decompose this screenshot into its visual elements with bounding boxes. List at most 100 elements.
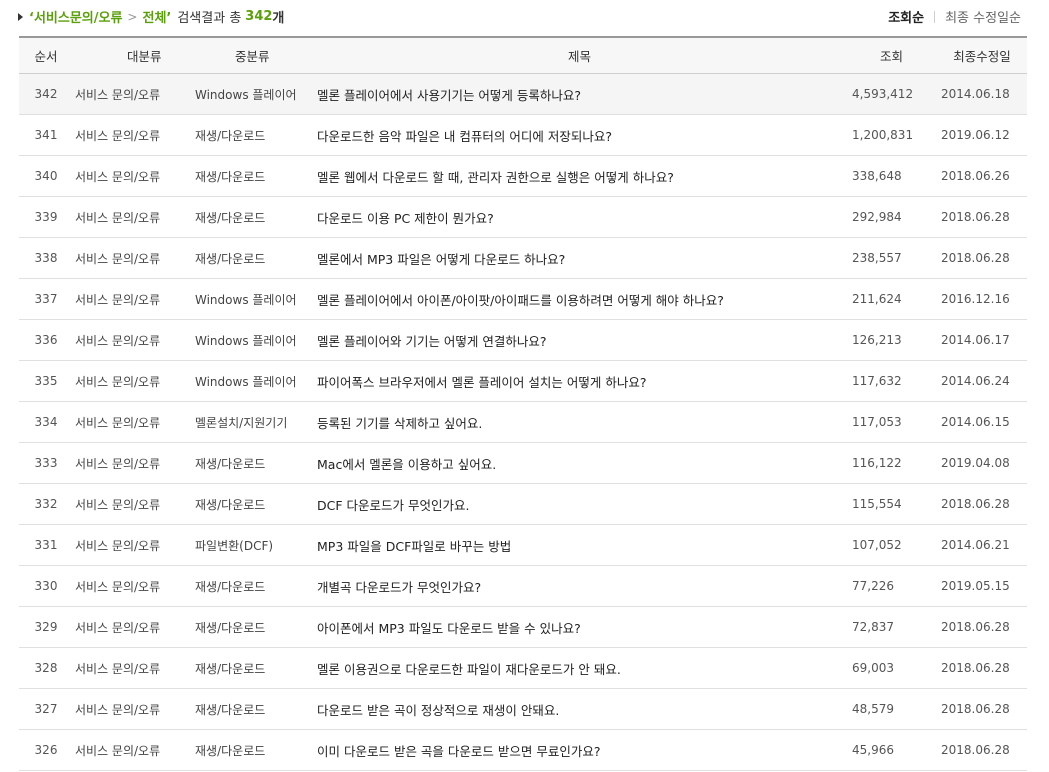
row-number: 340 <box>19 155 73 197</box>
row-date: 2014.06.18 <box>937 73 1027 115</box>
table-row[interactable]: 337 서비스 문의/오류 Windows 플레이어 멜론 플레이어에서 아이폰/아이… <box>19 278 1027 320</box>
row-views: 1,200,831 <box>846 114 937 156</box>
row-number: 328 <box>19 647 73 689</box>
breadcrumb-scope-link[interactable]: 전체’ <box>142 7 171 26</box>
row-title-link[interactable]: 아이폰에서 MP3 파일도 다운로드 받을 수 있나요? <box>313 606 846 648</box>
result-label: 검색결과 총 <box>177 11 242 26</box>
row-date: 2019.04.08 <box>937 442 1027 484</box>
table-row[interactable]: 329 서비스 문의/오류 재생/다운로드 아이폰에서 MP3 파일도 다운로드 받을… <box>19 606 1027 648</box>
row-views: 77,226 <box>846 565 937 607</box>
row-category: 서비스 문의/오류 <box>73 73 193 115</box>
row-date: 2018.06.28 <box>937 483 1027 525</box>
row-category: 서비스 문의/오류 <box>73 729 193 771</box>
table-row[interactable]: 339 서비스 문의/오류 재생/다운로드 다운로드 이용 PC 제한이 뭔가요? 29… <box>19 196 1027 238</box>
row-date: 2018.06.28 <box>937 237 1027 279</box>
table-row[interactable]: 342 서비스 문의/오류 Windows 플레이어 멜론 플레이어에서 사용기기는 … <box>19 73 1027 115</box>
row-category: 서비스 문의/오류 <box>73 278 193 320</box>
row-title-link[interactable]: 멜론 플레이어에서 아이폰/아이팟/아이패드를 이용하려면 어떻게 해야 하나요… <box>313 278 846 320</box>
row-subcategory: Windows 플레이어 <box>193 360 313 402</box>
row-subcategory: 재생/다운로드 <box>193 565 313 607</box>
row-title-link[interactable]: 멜론 웹에서 다운로드 할 때, 관리자 권한으로 실행은 어떻게 하나요? <box>313 155 846 197</box>
row-title-link[interactable]: 다운로드 받은 곡이 정상적으로 재생이 안돼요. <box>313 688 846 730</box>
sort-by-views-link[interactable]: 조회순 <box>888 7 924 26</box>
column-header-subcategory: 중분류 <box>193 36 313 74</box>
row-number: 338 <box>19 237 73 279</box>
row-date: 2018.06.28 <box>937 606 1027 648</box>
row-date: 2019.05.15 <box>937 565 1027 607</box>
row-category: 서비스 문의/오류 <box>73 155 193 197</box>
column-header-views: 조회 <box>846 36 937 74</box>
table-row[interactable]: 340 서비스 문의/오류 재생/다운로드 멜론 웹에서 다운로드 할 때, 관리자 … <box>19 155 1027 197</box>
row-title-link[interactable]: 파이어폭스 브라우저에서 멜론 플레이어 설치는 어떻게 하나요? <box>313 360 846 402</box>
results-header: ‘서비스문의/오류 > 전체’ 검색결과 총 342 개 조회순 최종 수정일순 <box>0 0 1049 32</box>
column-header-category: 대분류 <box>73 36 193 74</box>
row-date: 2018.06.28 <box>937 196 1027 238</box>
row-title-link[interactable]: 다운로드 이용 PC 제한이 뭔가요? <box>313 196 846 238</box>
row-category: 서비스 문의/오류 <box>73 647 193 689</box>
column-header-date: 최종수정일 <box>937 36 1027 74</box>
row-date: 2018.06.28 <box>937 729 1027 771</box>
row-number: 342 <box>19 73 73 115</box>
row-title-link[interactable]: 등록된 기기를 삭제하고 싶어요. <box>313 401 846 443</box>
table-row[interactable]: 341 서비스 문의/오류 재생/다운로드 다운로드한 음악 파일은 내 컴퓨터의 어… <box>19 114 1027 156</box>
row-title-link[interactable]: 멜론 플레이어와 기기는 어떻게 연결하나요? <box>313 319 846 361</box>
table-row[interactable]: 327 서비스 문의/오류 재생/다운로드 다운로드 받은 곡이 정상적으로 재생이 … <box>19 688 1027 730</box>
row-date: 2016.12.16 <box>937 278 1027 320</box>
breadcrumb-category-link[interactable]: ‘서비스문의/오류 <box>29 7 122 26</box>
table-row[interactable]: 338 서비스 문의/오류 재생/다운로드 멜론에서 MP3 파일은 어떻게 다운로드… <box>19 237 1027 279</box>
row-number: 336 <box>19 319 73 361</box>
row-date: 2014.06.24 <box>937 360 1027 402</box>
row-views: 115,554 <box>846 483 937 525</box>
row-views: 292,984 <box>846 196 937 238</box>
table-row[interactable]: 326 서비스 문의/오류 재생/다운로드 이미 다운로드 받은 곡을 다운로드 받으… <box>19 729 1027 771</box>
row-number: 326 <box>19 729 73 771</box>
table-row[interactable]: 331 서비스 문의/오류 파일변환(DCF) MP3 파일을 DCF파일로 바꾸는 … <box>19 524 1027 566</box>
row-subcategory: 재생/다운로드 <box>193 606 313 648</box>
triangle-right-icon <box>18 12 23 21</box>
row-title-link[interactable]: 다운로드한 음악 파일은 내 컴퓨터의 어디에 저장되나요? <box>313 114 846 156</box>
row-title-link[interactable]: 멜론 이용권으로 다운로드한 파일이 재다운로드가 안 돼요. <box>313 647 846 689</box>
row-category: 서비스 문의/오류 <box>73 688 193 730</box>
row-number: 334 <box>19 401 73 443</box>
row-subcategory: 재생/다운로드 <box>193 483 313 525</box>
row-title-link[interactable]: 개별곡 다운로드가 무엇인가요? <box>313 565 846 607</box>
result-count: 342 <box>245 9 273 24</box>
row-category: 서비스 문의/오류 <box>73 524 193 566</box>
table-row[interactable]: 336 서비스 문의/오류 Windows 플레이어 멜론 플레이어와 기기는 어떻게… <box>19 319 1027 361</box>
row-subcategory: 재생/다운로드 <box>193 196 313 238</box>
table-row[interactable]: 332 서비스 문의/오류 재생/다운로드 DCF 다운로드가 무엇인가요. 115,5… <box>19 483 1027 525</box>
column-header-title: 제목 <box>313 36 846 74</box>
row-category: 서비스 문의/오류 <box>73 442 193 484</box>
breadcrumb: ‘서비스문의/오류 > 전체’ 검색결과 총 342 개 <box>18 7 284 26</box>
row-title-link[interactable]: MP3 파일을 DCF파일로 바꾸는 방법 <box>313 524 846 566</box>
row-title-link[interactable]: 멜론 플레이어에서 사용기기는 어떻게 등록하나요? <box>313 73 846 115</box>
table-row[interactable]: 334 서비스 문의/오류 멜론설치/지원기기 등록된 기기를 삭제하고 싶어요. 11… <box>19 401 1027 443</box>
row-subcategory: Windows 플레이어 <box>193 319 313 361</box>
table-row[interactable]: 328 서비스 문의/오류 재생/다운로드 멜론 이용권으로 다운로드한 파일이 재다… <box>19 647 1027 689</box>
row-title-link[interactable]: DCF 다운로드가 무엇인가요. <box>313 483 846 525</box>
row-number: 333 <box>19 442 73 484</box>
row-category: 서비스 문의/오류 <box>73 401 193 443</box>
row-title-link[interactable]: 이미 다운로드 받은 곡을 다운로드 받으면 무료인가요? <box>313 729 846 771</box>
table-row[interactable]: 330 서비스 문의/오류 재생/다운로드 개별곡 다운로드가 무엇인가요? 77,22… <box>19 565 1027 607</box>
row-views: 126,213 <box>846 319 937 361</box>
table-row[interactable]: 335 서비스 문의/오류 Windows 플레이어 파이어폭스 브라우저에서 멜론 … <box>19 360 1027 402</box>
row-subcategory: 재생/다운로드 <box>193 237 313 279</box>
table-row[interactable]: 333 서비스 문의/오류 재생/다운로드 Mac에서 멜론을 이용하고 싶어요. 11… <box>19 442 1027 484</box>
row-views: 116,122 <box>846 442 937 484</box>
sort-by-date-link[interactable]: 최종 수정일순 <box>945 7 1021 26</box>
sort-divider <box>934 10 936 23</box>
row-category: 서비스 문의/오류 <box>73 319 193 361</box>
row-number: 339 <box>19 196 73 238</box>
row-subcategory: 재생/다운로드 <box>193 155 313 197</box>
row-title-link[interactable]: 멜론에서 MP3 파일은 어떻게 다운로드 하나요? <box>313 237 846 279</box>
row-date: 2018.06.28 <box>937 688 1027 730</box>
row-subcategory: 재생/다운로드 <box>193 688 313 730</box>
row-views: 107,052 <box>846 524 937 566</box>
row-date: 2014.06.17 <box>937 319 1027 361</box>
breadcrumb-separator: > <box>127 9 138 24</box>
row-title-link[interactable]: Mac에서 멜론을 이용하고 싶어요. <box>313 442 846 484</box>
row-subcategory: Windows 플레이어 <box>193 278 313 320</box>
row-category: 서비스 문의/오류 <box>73 196 193 238</box>
row-subcategory: Windows 플레이어 <box>193 73 313 115</box>
